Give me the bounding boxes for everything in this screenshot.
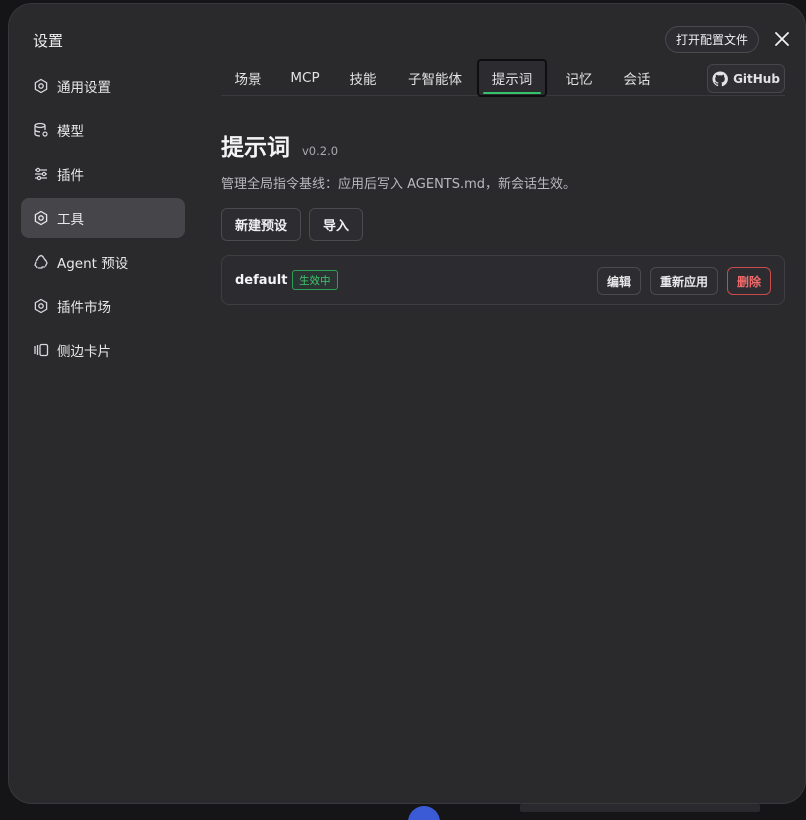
- close-button[interactable]: [771, 28, 793, 50]
- database-gear-icon: [33, 122, 49, 138]
- sidebar-item-label: 模型: [57, 124, 84, 140]
- new-preset-button[interactable]: 新建预设: [221, 208, 301, 241]
- sidebar-item-label: 工具: [57, 212, 84, 228]
- edit-button[interactable]: 编辑: [597, 267, 641, 295]
- backdrop-text-fragment: [520, 804, 760, 812]
- sidebar-item-model[interactable]: 模型: [21, 110, 185, 150]
- page-description: 管理全局指令基线：应用后写入 AGENTS.md，新会话生效。: [221, 177, 577, 192]
- tab-memory[interactable]: 记忆: [559, 60, 599, 96]
- backdrop-avatar: [408, 806, 440, 820]
- sidebar-item-plugins[interactable]: 插件: [21, 154, 185, 194]
- sidebar-item-tools[interactable]: 工具: [21, 198, 185, 238]
- tab-subagents[interactable]: 子智能体: [403, 60, 467, 96]
- preset-card: default 生效中 编辑 重新应用 删除: [221, 255, 785, 305]
- github-button[interactable]: GitHub: [707, 64, 785, 93]
- card-stack-icon: [33, 342, 49, 358]
- tab-sessions[interactable]: 会话: [617, 60, 657, 96]
- recycle-icon: [33, 254, 49, 270]
- sidebar: 通用设置 模型 插件 工具 Agent 预设 插件市场 侧边卡片: [21, 66, 185, 374]
- gear-icon: [33, 78, 49, 94]
- github-icon: [712, 70, 728, 86]
- sidebar-item-plugin-market[interactable]: 插件市场: [21, 286, 185, 326]
- dialog-title: 设置: [33, 32, 64, 50]
- page-heading-row: 提示词 v0.2.0: [221, 128, 338, 162]
- reapply-button[interactable]: 重新应用: [650, 267, 718, 295]
- sliders-icon: [33, 166, 49, 182]
- status-badge: 生效中: [292, 270, 338, 290]
- sidebar-item-label: 插件市场: [57, 300, 111, 316]
- sidebar-item-label: Agent 预设: [57, 256, 129, 272]
- settings-dialog: 设置 打开配置文件 通用设置 模型 插件 工具 Agent 预设 插件市场 侧边…: [8, 3, 806, 804]
- sidebar-item-label: 通用设置: [57, 80, 111, 96]
- sidebar-item-side-cards[interactable]: 侧边卡片: [21, 330, 185, 370]
- import-button[interactable]: 导入: [309, 208, 363, 241]
- page-title: 提示词: [221, 135, 290, 161]
- sidebar-item-label: 插件: [57, 168, 84, 184]
- sidebar-item-label: 侧边卡片: [57, 344, 111, 360]
- tab-prompts[interactable]: 提示词: [477, 59, 547, 97]
- github-label: GitHub: [733, 71, 780, 86]
- sidebar-item-agent-presets[interactable]: Agent 预设: [21, 242, 185, 282]
- sidebar-item-general[interactable]: 通用设置: [21, 66, 185, 106]
- gear-icon: [33, 298, 49, 314]
- delete-button[interactable]: 删除: [727, 267, 771, 295]
- preset-name: default: [235, 273, 288, 288]
- tab-mcp[interactable]: MCP: [285, 60, 325, 96]
- tab-bar: 场景 MCP 技能 子智能体 提示词 记忆 会话: [221, 59, 785, 97]
- tab-skills[interactable]: 技能: [343, 60, 383, 96]
- version-label: v0.2.0: [302, 144, 339, 158]
- open-config-file-button[interactable]: 打开配置文件: [665, 26, 759, 53]
- gear-icon: [33, 210, 49, 226]
- tab-scenes[interactable]: 场景: [227, 60, 269, 96]
- close-icon: [775, 32, 789, 46]
